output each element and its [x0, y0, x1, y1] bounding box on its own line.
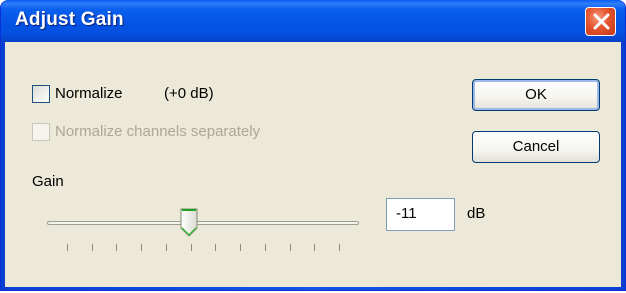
slider-tick	[166, 244, 167, 251]
close-button[interactable]	[585, 7, 616, 36]
slider-tick	[92, 244, 93, 251]
slider-tick	[141, 244, 142, 251]
window-title: Adjust Gain	[15, 9, 124, 30]
adjust-gain-dialog: Adjust Gain Normalize (+0 dB) Normalize …	[0, 0, 626, 291]
slider-tick	[240, 244, 241, 251]
normalize-label[interactable]: Normalize	[55, 85, 123, 102]
cancel-button[interactable]: Cancel	[472, 131, 600, 163]
gain-slider-track[interactable]	[47, 221, 359, 225]
dialog-body: Normalize (+0 dB) Normalize channels sep…	[5, 42, 621, 287]
slider-tick	[116, 244, 117, 251]
slider-tick	[290, 244, 291, 251]
gain-unit-label: dB	[467, 205, 486, 222]
ok-button[interactable]: OK	[472, 79, 600, 111]
slider-tick	[265, 244, 266, 251]
close-icon	[593, 13, 610, 30]
slider-tick	[191, 244, 192, 251]
normalize-separately-label: Normalize channels separately	[55, 123, 261, 140]
slider-tick	[215, 244, 216, 251]
normalize-separately-checkbox[interactable]	[32, 123, 50, 141]
normalize-db-value: (+0 dB)	[164, 85, 214, 102]
gain-value-input[interactable]: -11	[386, 198, 455, 231]
slider-thumb-icon[interactable]	[179, 208, 199, 238]
gain-label: Gain	[32, 173, 64, 190]
slider-tick	[314, 244, 315, 251]
slider-tick	[339, 244, 340, 251]
title-bar[interactable]: Adjust Gain	[1, 0, 625, 42]
normalize-checkbox[interactable]	[32, 85, 50, 103]
slider-tick	[67, 244, 68, 251]
